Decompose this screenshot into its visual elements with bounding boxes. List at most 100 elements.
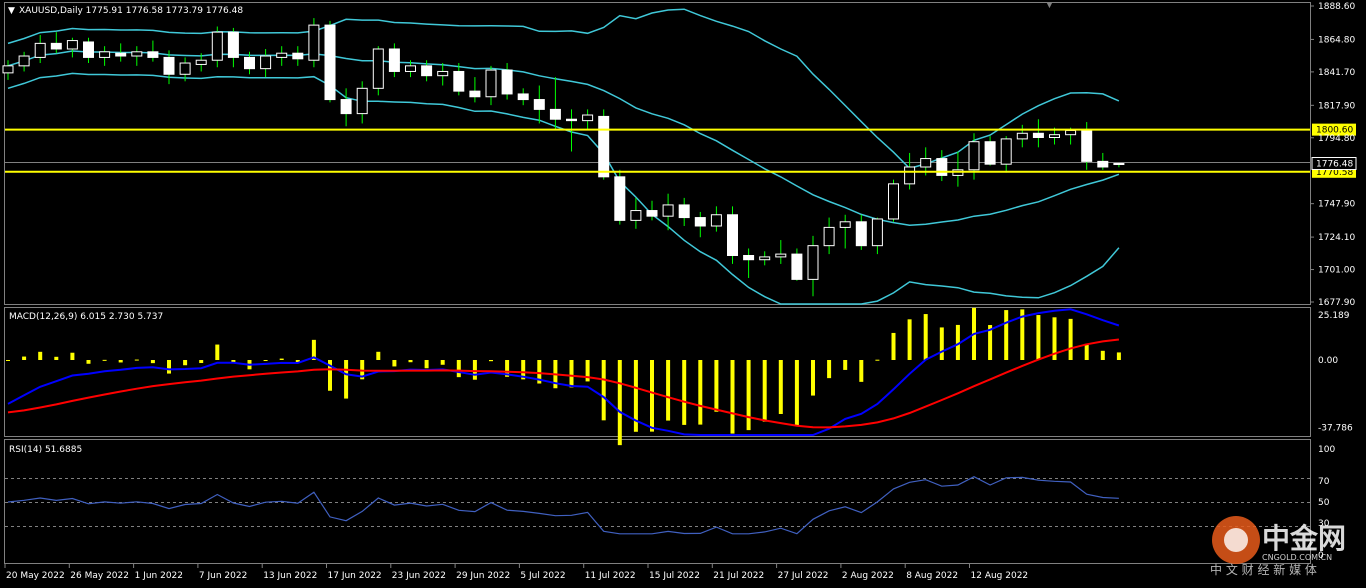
macd-histogram-bar	[279, 358, 284, 360]
x-tick-label: 27 Jul 2022	[778, 571, 829, 581]
macd-histogram-bar	[875, 359, 880, 361]
macd-histogram-bar	[923, 314, 928, 360]
macd-y-tick-label: 0.00	[1318, 356, 1338, 366]
candle-bear	[1032, 132, 1044, 138]
macd-histogram-bar	[134, 359, 139, 361]
macd-histogram-bar	[456, 360, 461, 378]
macd-histogram-bar	[408, 360, 413, 363]
candle-bear	[614, 176, 626, 221]
candle-bear	[727, 214, 738, 256]
x-tick-label: 23 Jun 2022	[392, 571, 446, 581]
candle-bear	[1081, 129, 1093, 162]
macd-histogram-bar	[778, 360, 783, 414]
macd-y-tick-label: 25.189	[1318, 311, 1350, 321]
macd-histogram-bar	[1100, 350, 1105, 360]
rsi-pane[interactable]	[4, 439, 1311, 564]
rsi-y-tick-label: 70	[1318, 477, 1330, 487]
candle-bull	[1049, 134, 1060, 138]
x-tick-label: 29 Jun 2022	[456, 571, 510, 581]
collapse-triangle-icon[interactable]: ▼	[8, 6, 15, 16]
candle-bull	[308, 24, 320, 61]
candle-bull	[276, 52, 288, 58]
y-tick-label: 1724.10	[1318, 233, 1355, 243]
macd-pane[interactable]	[4, 307, 1311, 437]
macd-histogram-bar	[167, 360, 171, 374]
macd-histogram-bar	[102, 359, 107, 361]
candle-bear	[469, 90, 481, 98]
x-tick-label: 12 Aug 2022	[971, 571, 1029, 581]
y-tick-label: 1888.60	[1318, 2, 1355, 12]
candle-bull	[372, 48, 384, 89]
candle-bull	[195, 59, 207, 65]
macd-histogram-bar	[6, 360, 10, 361]
candle-bear	[115, 52, 127, 57]
macd-histogram-bar	[698, 360, 703, 425]
x-tick-label: 20 May 2022	[6, 571, 65, 581]
candle-bear	[163, 56, 175, 75]
macd-histogram-bar	[714, 360, 719, 412]
candle-bull	[823, 226, 835, 247]
x-tick-label: 17 Jun 2022	[328, 571, 382, 581]
macd-histogram-bar	[22, 356, 27, 360]
macd-histogram-bar	[1036, 315, 1041, 360]
macd-histogram-bar	[650, 360, 654, 432]
candle-bull	[485, 69, 497, 98]
candle-bull	[131, 51, 143, 57]
candle-bull	[582, 114, 594, 122]
candle-bear	[855, 221, 867, 247]
candle-bear	[598, 115, 610, 178]
trading-chart[interactable]: 1800.601770.58 1776.481888.601864.801841…	[0, 0, 1366, 588]
macd-histogram-bar	[746, 360, 751, 431]
candle-bear	[147, 51, 159, 58]
rsi-header: RSI(14) 51.6885	[9, 445, 82, 455]
candle-bear	[340, 99, 352, 115]
macd-histogram-bar	[1004, 310, 1009, 360]
candle-bull	[888, 183, 899, 220]
macd-header: MACD(12,26,9) 6.015 2.730 5.737	[9, 312, 163, 322]
candle-bull	[211, 31, 223, 61]
macd-histogram-bar	[472, 360, 477, 380]
candle-bull	[920, 158, 932, 168]
candle-bear	[244, 56, 255, 70]
candle-bull	[405, 65, 416, 72]
macd-histogram-bar	[794, 360, 799, 426]
candle-bull	[871, 218, 883, 247]
macd-histogram-bar	[489, 360, 493, 362]
macd-histogram-bar	[682, 360, 687, 425]
candle-bear	[83, 41, 94, 58]
candle-bull	[759, 256, 771, 261]
macd-histogram-bar	[907, 319, 912, 360]
x-tick-label: 26 May 2022	[70, 571, 129, 581]
candle-bear	[388, 48, 400, 72]
candle-bull	[99, 51, 111, 58]
candle-bear	[1097, 160, 1109, 168]
x-tick-label: 7 Jun 2022	[199, 571, 247, 581]
candle-bear	[566, 118, 577, 122]
macd-histogram-bar	[376, 351, 381, 360]
macd-histogram-bar	[1068, 318, 1073, 360]
candle-bear	[791, 253, 803, 280]
candle-bull	[662, 204, 674, 217]
macd-histogram-bar	[215, 344, 220, 360]
macd-histogram-bar	[1084, 343, 1089, 360]
candle-bear	[984, 141, 996, 165]
candle-bull	[775, 253, 787, 258]
macd-histogram-bar	[118, 360, 123, 363]
candle-bull	[66, 40, 78, 50]
candle-bear	[743, 254, 755, 261]
x-tick-label: 5 Jul 2022	[520, 571, 565, 581]
scroll-marker-icon[interactable]: ▼	[1045, 0, 1054, 10]
macd-histogram-bar	[392, 360, 397, 367]
price-tag: 1776.48	[1316, 160, 1353, 170]
candle-bull	[710, 214, 722, 227]
macd-histogram-bar	[939, 327, 944, 360]
x-tick-label: 21 Jul 2022	[713, 571, 764, 581]
macd-histogram-bar	[54, 356, 59, 360]
y-tick-label: 1817.90	[1318, 101, 1355, 111]
candle-bull	[356, 87, 368, 115]
y-tick-label: 1841.70	[1318, 68, 1355, 78]
macd-histogram-bar	[199, 360, 204, 364]
candle-bear	[421, 65, 433, 77]
macd-histogram-bar	[811, 360, 815, 396]
main-pane[interactable]	[4, 2, 1311, 305]
